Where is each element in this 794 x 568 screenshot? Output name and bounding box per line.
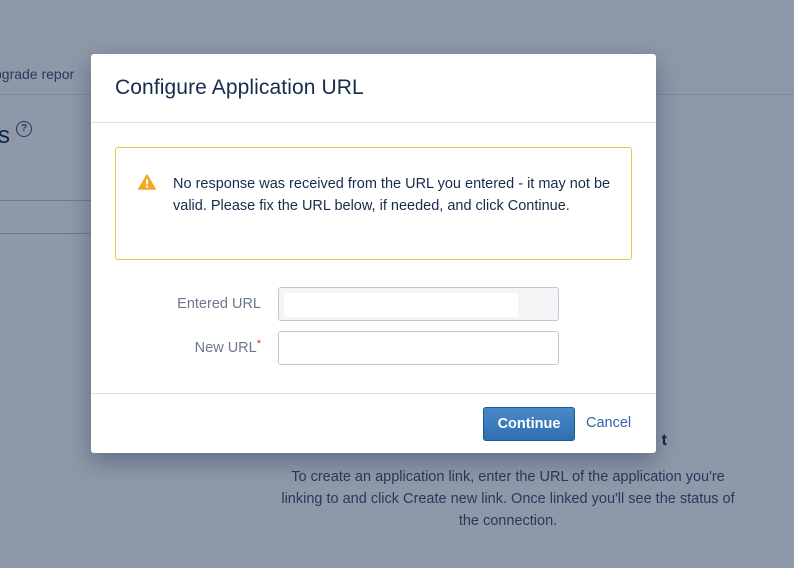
warning-message: No response was received from the URL yo… (115, 147, 632, 260)
new-url-label: New URL (194, 340, 257, 356)
warning-icon (138, 174, 156, 190)
new-url-label-group: New URL* (91, 338, 261, 356)
warning-text: No response was received from the URL yo… (173, 176, 611, 214)
required-mark: * (256, 338, 261, 350)
continue-button[interactable]: Continue (483, 407, 575, 441)
configure-url-dialog: Configure Application URL No response wa… (91, 54, 656, 453)
redacted-url (284, 293, 518, 317)
new-url-field[interactable] (278, 331, 559, 365)
dialog-footer: Continue Cancel (91, 393, 656, 453)
dialog-title: Configure Application URL (115, 76, 364, 99)
dialog-header: Configure Application URL (91, 54, 656, 123)
cancel-link[interactable]: Cancel (586, 415, 631, 431)
entered-url-label: Entered URL (177, 296, 261, 312)
